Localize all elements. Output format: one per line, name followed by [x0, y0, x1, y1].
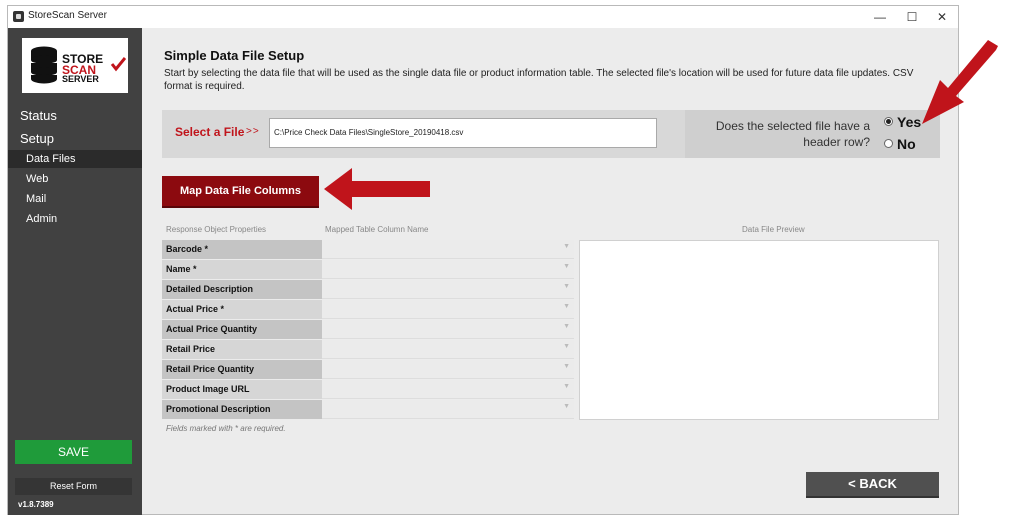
- page-title: Simple Data File Setup: [164, 48, 305, 63]
- red-arrow-left-icon: [324, 168, 430, 210]
- header-row-question-line1: Does the selected file have a: [715, 119, 870, 133]
- back-button[interactable]: < BACK: [806, 472, 939, 498]
- nav-setup[interactable]: Setup: [20, 131, 54, 146]
- app-window: StoreScan Server — ☐ ✕ STORE SCAN SERVER: [7, 5, 959, 515]
- page-description: Start by selecting the data file that wi…: [164, 68, 914, 92]
- logo-server-text: SERVER: [62, 74, 99, 84]
- radio-yes-indicator[interactable]: [884, 117, 893, 126]
- property-row: Retail Price Quantity: [162, 360, 322, 379]
- data-file-preview[interactable]: [579, 240, 939, 420]
- chevron-down-icon: ▼: [563, 383, 570, 390]
- map-data-file-columns-button[interactable]: Map Data File Columns: [162, 176, 319, 208]
- app-icon: [13, 11, 24, 22]
- mapped-column-select[interactable]: ▼: [322, 400, 574, 419]
- mapped-column-select[interactable]: ▼: [322, 300, 574, 319]
- main-panel: Simple Data File Setup Start by selectin…: [142, 28, 958, 515]
- select-file-arrows: >>: [246, 126, 260, 137]
- close-button[interactable]: ✕: [928, 8, 956, 26]
- reset-form-button[interactable]: Reset Form: [15, 478, 132, 495]
- mapped-column-select[interactable]: ▼: [322, 340, 574, 359]
- mapped-column-select[interactable]: ▼: [322, 380, 574, 399]
- sidebar: STORE SCAN SERVER Status Setup Data File…: [8, 28, 142, 515]
- checkmark-icon: [110, 57, 126, 72]
- chevron-down-icon: ▼: [563, 243, 570, 250]
- property-row: Actual Price Quantity: [162, 320, 322, 339]
- window-title: StoreScan Server: [28, 10, 107, 21]
- property-row: Barcode *: [162, 240, 322, 259]
- database-icon: [30, 46, 58, 84]
- red-arrow-diagonal-icon: [922, 40, 998, 124]
- nav-item-data-files[interactable]: Data Files: [8, 150, 142, 168]
- maximize-button[interactable]: ☐: [898, 8, 926, 26]
- nav-item-admin[interactable]: Admin: [8, 210, 142, 228]
- mapped-column-select[interactable]: ▼: [322, 260, 574, 279]
- property-row: Promotional Description: [162, 400, 322, 419]
- nav-status[interactable]: Status: [20, 108, 57, 123]
- header-row-question-line2: header row?: [803, 135, 870, 149]
- mapped-column-select[interactable]: ▼: [322, 320, 574, 339]
- mapped-column-select[interactable]: ▼: [322, 360, 574, 379]
- horizontal-scrollbar[interactable]: [582, 411, 936, 417]
- radio-no-indicator[interactable]: [884, 139, 893, 148]
- header-row-question: Does the selected file have a header row…: [682, 118, 870, 150]
- file-path-field[interactable]: C:\Price Check Data Files\SingleStore_20…: [269, 118, 657, 148]
- radio-no-label: No: [897, 136, 916, 152]
- property-row: Retail Price: [162, 340, 322, 359]
- title-bar: StoreScan Server — ☐ ✕: [8, 6, 958, 28]
- file-select-bar: Select a File >> C:\Price Check Data Fil…: [162, 110, 940, 158]
- col-header-preview: Data File Preview: [742, 225, 805, 234]
- chevron-down-icon: ▼: [563, 403, 570, 410]
- version-label: v1.8.7389: [18, 500, 54, 509]
- chevron-down-icon: ▼: [563, 263, 570, 270]
- nav-item-web[interactable]: Web: [8, 170, 142, 188]
- col-header-properties: Response Object Properties: [166, 225, 267, 234]
- mapped-column-select[interactable]: ▼: [322, 240, 574, 259]
- property-row: Name *: [162, 260, 322, 279]
- property-row: Detailed Description: [162, 280, 322, 299]
- select-file-label[interactable]: Select a File: [175, 125, 244, 139]
- chevron-down-icon: ▼: [563, 363, 570, 370]
- nav-item-mail[interactable]: Mail: [8, 190, 142, 208]
- col-header-mapped: Mapped Table Column Name: [325, 225, 429, 234]
- radio-yes[interactable]: Yes: [884, 114, 921, 130]
- property-row: Product Image URL: [162, 380, 322, 399]
- save-button[interactable]: SAVE: [15, 440, 132, 464]
- storescan-logo: STORE SCAN SERVER: [22, 38, 128, 93]
- chevron-down-icon: ▼: [563, 343, 570, 350]
- chevron-down-icon: ▼: [563, 283, 570, 290]
- mapped-column-select[interactable]: ▼: [322, 280, 574, 299]
- minimize-button[interactable]: —: [866, 8, 894, 26]
- required-fields-note: Fields marked with * are required.: [166, 424, 286, 433]
- radio-no[interactable]: No: [884, 136, 916, 152]
- property-row: Actual Price *: [162, 300, 322, 319]
- chevron-down-icon: ▼: [563, 323, 570, 330]
- chevron-down-icon: ▼: [563, 303, 570, 310]
